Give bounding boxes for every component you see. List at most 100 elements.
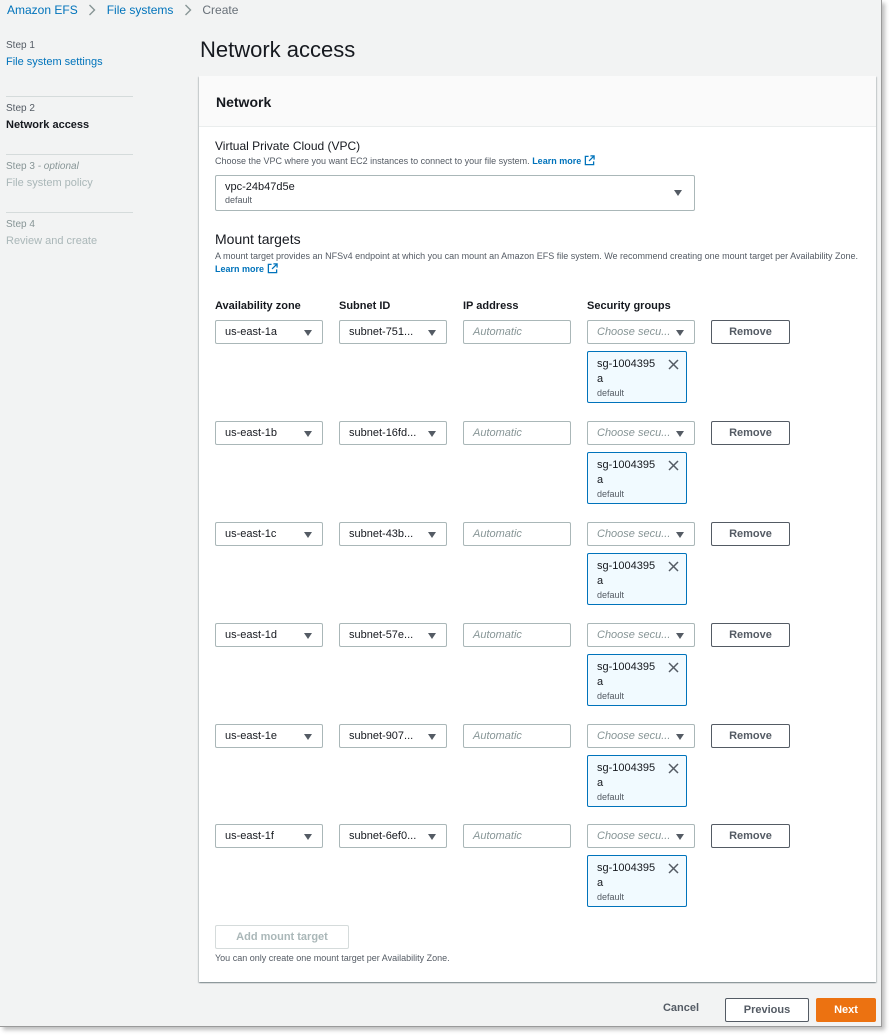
close-icon[interactable] xyxy=(668,561,679,572)
subnet-select[interactable]: subnet-43b... xyxy=(339,522,447,546)
caret-down-icon xyxy=(676,834,684,840)
remove-button[interactable]: Remove xyxy=(711,623,790,647)
caret-down-icon xyxy=(428,834,436,840)
remove-button[interactable]: Remove xyxy=(711,522,790,546)
vpc-learn-more-link[interactable]: Learn more xyxy=(532,156,581,166)
caret-down-icon xyxy=(676,431,684,437)
caret-down-icon xyxy=(676,532,684,538)
breadcrumb-amazon-efs[interactable]: Amazon EFS xyxy=(7,3,78,17)
remove-button[interactable]: Remove xyxy=(711,824,790,848)
security-group-id: sg-1004395a xyxy=(597,862,656,889)
availability-zone-select[interactable]: us-east-1e xyxy=(215,724,323,748)
caret-down-icon xyxy=(304,431,312,437)
security-group-id: sg-1004395a xyxy=(597,762,656,789)
next-button[interactable]: Next xyxy=(816,998,876,1022)
cancel-button[interactable]: Cancel xyxy=(653,1002,709,1014)
close-icon[interactable] xyxy=(668,863,679,874)
security-group-subtitle: default xyxy=(597,892,625,902)
security-group-token: sg-1004395a default xyxy=(587,452,687,504)
wizard-steps: Step 1 File system settings Step 2 Netwo… xyxy=(6,40,133,271)
security-group-subtitle: default xyxy=(597,792,625,802)
step-number: Step 3 - optional xyxy=(6,161,79,172)
breadcrumb-file-systems[interactable]: File systems xyxy=(107,3,174,17)
security-group-select[interactable]: Choose secu... xyxy=(587,824,695,848)
chevron-right-icon xyxy=(78,3,107,17)
security-group-token: sg-1004395a default xyxy=(587,654,687,706)
caret-down-icon xyxy=(674,190,682,196)
step-optional-tag: - optional xyxy=(34,161,79,172)
vpc-subtitle: default xyxy=(225,195,253,205)
availability-zone-select[interactable]: us-east-1a xyxy=(215,320,323,344)
subnet-select[interactable]: subnet-16fd... xyxy=(339,421,447,445)
security-group-select[interactable]: Choose secu... xyxy=(587,320,695,344)
close-icon[interactable] xyxy=(668,763,679,774)
security-group-token: sg-1004395a default xyxy=(587,855,687,907)
availability-zone-select[interactable]: us-east-1b xyxy=(215,421,323,445)
step-2: Step 2 Network access xyxy=(6,97,133,155)
caret-down-icon xyxy=(428,532,436,538)
ip-address-input[interactable]: Automatic xyxy=(463,623,571,647)
security-group-subtitle: default xyxy=(597,388,625,398)
step-3: Step 3 - optional File system policy xyxy=(6,155,133,213)
caret-down-icon xyxy=(428,633,436,639)
column-header-subnet: Subnet ID xyxy=(339,300,391,312)
ip-address-input[interactable]: Automatic xyxy=(463,522,571,546)
step-link-file-system-settings[interactable]: File system settings xyxy=(6,55,133,69)
availability-zone-select[interactable]: us-east-1f xyxy=(215,824,323,848)
subnet-select[interactable]: subnet-907... xyxy=(339,724,447,748)
ip-address-input[interactable]: Automatic xyxy=(463,724,571,748)
column-header-security-groups: Security groups xyxy=(587,300,671,312)
security-group-token: sg-1004395a default xyxy=(587,351,687,403)
security-group-select[interactable]: Choose secu... xyxy=(587,623,695,647)
ip-address-input[interactable]: Automatic xyxy=(463,421,571,445)
subnet-select[interactable]: subnet-6ef0... xyxy=(339,824,447,848)
step-number: Step 2 xyxy=(6,103,35,114)
security-group-select[interactable]: Choose secu... xyxy=(587,421,695,445)
security-group-id: sg-1004395a xyxy=(597,459,656,486)
external-link-icon xyxy=(267,263,278,274)
availability-zone-select[interactable]: us-east-1d xyxy=(215,623,323,647)
mount-targets-title: Mount targets xyxy=(215,231,301,247)
caret-down-icon xyxy=(428,330,436,336)
close-icon[interactable] xyxy=(668,662,679,673)
caret-down-icon xyxy=(304,834,312,840)
breadcrumb: Amazon EFS File systems Create xyxy=(7,2,238,18)
caret-down-icon xyxy=(428,431,436,437)
network-panel: Network Virtual Private Cloud (VPC) Choo… xyxy=(199,76,876,982)
step-1: Step 1 File system settings xyxy=(6,40,133,97)
mount-targets-learn-more-link[interactable]: Learn more xyxy=(215,264,264,274)
subnet-select[interactable]: subnet-57e... xyxy=(339,623,447,647)
remove-button[interactable]: Remove xyxy=(711,724,790,748)
security-group-select[interactable]: Choose secu... xyxy=(587,522,695,546)
remove-button[interactable]: Remove xyxy=(711,320,790,344)
column-header-ip: IP address xyxy=(463,300,519,312)
remove-button[interactable]: Remove xyxy=(711,421,790,445)
ip-address-input[interactable]: Automatic xyxy=(463,320,571,344)
breadcrumb-create: Create xyxy=(202,3,239,17)
security-group-select[interactable]: Choose secu... xyxy=(587,724,695,748)
close-icon[interactable] xyxy=(668,359,679,370)
step-number: Step 1 xyxy=(6,40,35,51)
mount-target-row: us-east-1c subnet-43b... Automatic Choos… xyxy=(199,522,876,623)
add-mount-target-button[interactable]: Add mount target xyxy=(215,925,349,949)
vpc-select[interactable]: vpc-24b47d5e default xyxy=(215,175,695,211)
page-title: Network access xyxy=(200,37,356,62)
mount-target-row: us-east-1e subnet-907... Automatic Choos… xyxy=(199,724,876,825)
panel-header: Network xyxy=(199,76,876,127)
security-group-id: sg-1004395a xyxy=(597,661,656,688)
caret-down-icon xyxy=(304,734,312,740)
mount-targets-description: A mount target provides an NFSv4 endpoin… xyxy=(215,251,859,274)
caret-down-icon xyxy=(304,330,312,336)
step-file-system-policy: File system policy xyxy=(6,177,93,189)
caret-down-icon xyxy=(304,633,312,639)
caret-down-icon xyxy=(676,330,684,336)
close-icon[interactable] xyxy=(668,460,679,471)
caret-down-icon xyxy=(676,633,684,639)
ip-address-input[interactable]: Automatic xyxy=(463,824,571,848)
availability-zone-select[interactable]: us-east-1c xyxy=(215,522,323,546)
subnet-select[interactable]: subnet-751... xyxy=(339,320,447,344)
chevron-right-icon xyxy=(173,3,202,17)
mount-target-row: us-east-1d subnet-57e... Automatic Choos… xyxy=(199,623,876,724)
previous-button[interactable]: Previous xyxy=(725,998,809,1022)
caret-down-icon xyxy=(676,734,684,740)
